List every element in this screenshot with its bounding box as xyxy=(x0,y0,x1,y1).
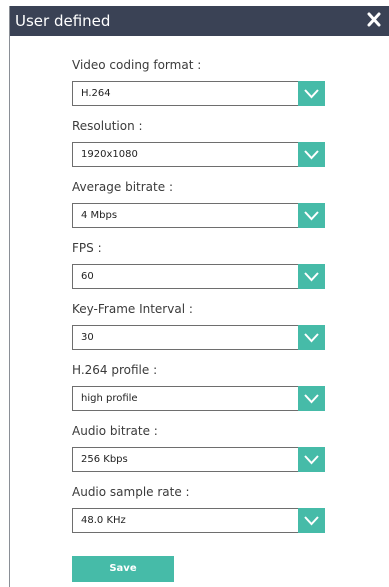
dropdown-button[interactable] xyxy=(298,386,325,411)
field-key-frame-interval: Key-Frame Interval : 30 xyxy=(72,302,337,350)
dropdown-button[interactable] xyxy=(298,264,325,289)
h264-profile-select[interactable]: high profile xyxy=(72,386,325,411)
select-value: 256 Kbps xyxy=(81,454,128,465)
dialog-titlebar: User defined xyxy=(10,6,389,36)
select-value: 60 xyxy=(81,271,94,282)
chevron-down-icon xyxy=(304,272,319,282)
field-h264-profile: H.264 profile : high profile xyxy=(72,363,337,411)
select-value: 1920x1080 xyxy=(81,149,138,160)
close-icon xyxy=(367,12,381,27)
field-label: Key-Frame Interval : xyxy=(72,302,193,316)
chevron-down-icon xyxy=(304,516,319,526)
chevron-down-icon xyxy=(304,394,319,404)
chevron-down-icon xyxy=(304,333,319,343)
key-frame-interval-select[interactable]: 30 xyxy=(72,325,325,350)
audio-bitrate-select[interactable]: 256 Kbps xyxy=(72,447,325,472)
select-value: high profile xyxy=(81,393,138,404)
chevron-down-icon xyxy=(304,211,319,221)
resolution-select[interactable]: 1920x1080 xyxy=(72,142,325,167)
user-defined-dialog: User defined Video coding format : H.264… xyxy=(9,6,389,587)
select-value: H.264 xyxy=(81,88,111,99)
chevron-down-icon xyxy=(304,150,319,160)
select-value: 30 xyxy=(81,332,94,343)
dropdown-button[interactable] xyxy=(298,447,325,472)
video-coding-format-select[interactable]: H.264 xyxy=(72,81,325,106)
field-label: Average bitrate : xyxy=(72,180,173,194)
chevron-down-icon xyxy=(304,455,319,465)
field-label: Audio bitrate : xyxy=(72,424,158,438)
save-button[interactable]: Save xyxy=(72,556,174,582)
average-bitrate-select[interactable]: 4 Mbps xyxy=(72,203,325,228)
field-label: Video coding format : xyxy=(72,58,202,72)
close-button[interactable] xyxy=(364,9,384,31)
dropdown-button[interactable] xyxy=(298,81,325,106)
field-fps: FPS : 60 xyxy=(72,241,337,289)
field-label: H.264 profile : xyxy=(72,363,158,377)
field-resolution: Resolution : 1920x1080 xyxy=(72,119,337,167)
field-audio-sample-rate: Audio sample rate : 48.0 KHz xyxy=(72,485,337,533)
field-video-coding-format: Video coding format : H.264 xyxy=(72,58,337,106)
select-value: 4 Mbps xyxy=(81,210,118,221)
field-label: Audio sample rate : xyxy=(72,485,190,499)
dropdown-button[interactable] xyxy=(298,203,325,228)
field-audio-bitrate: Audio bitrate : 256 Kbps xyxy=(72,424,337,472)
field-average-bitrate: Average bitrate : 4 Mbps xyxy=(72,180,337,228)
chevron-down-icon xyxy=(304,89,319,99)
field-label: Resolution : xyxy=(72,119,143,133)
dropdown-button[interactable] xyxy=(298,142,325,167)
field-label: FPS : xyxy=(72,241,102,255)
select-value: 48.0 KHz xyxy=(81,515,126,526)
dropdown-button[interactable] xyxy=(298,508,325,533)
dialog-title: User defined xyxy=(15,12,111,30)
dropdown-button[interactable] xyxy=(298,325,325,350)
audio-sample-rate-select[interactable]: 48.0 KHz xyxy=(72,508,325,533)
fps-select[interactable]: 60 xyxy=(72,264,325,289)
